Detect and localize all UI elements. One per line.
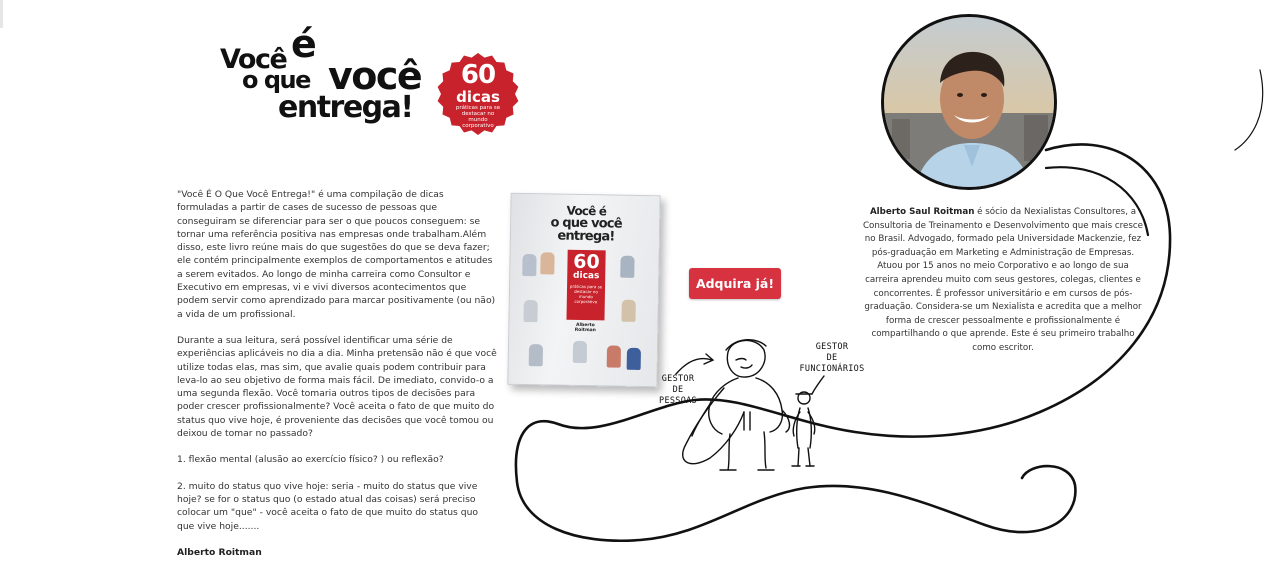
author-name: Alberto Saul Roitman xyxy=(869,207,975,217)
label-line: FUNCIONÁRIOS xyxy=(799,364,865,374)
label-line: GESTOR xyxy=(661,374,695,384)
label-line: DE xyxy=(672,385,684,395)
author-portrait-image xyxy=(884,17,1054,187)
employee-manager-figure xyxy=(791,391,816,467)
decorative-swirl-line xyxy=(1234,69,1264,151)
label-line: GESTOR xyxy=(815,342,849,352)
author-bio-text: é sócio da Nexialistas Consultores, a Co… xyxy=(862,207,1144,353)
pointer-arrow xyxy=(675,353,715,375)
label-line: PESSOAS xyxy=(659,396,697,406)
employee-manager-label: GESTOR DE FUNCIONÁRIOS xyxy=(796,342,868,375)
label-line: DE xyxy=(826,353,838,363)
pointer-arrow xyxy=(811,375,825,395)
buy-now-button[interactable]: Adquira já! xyxy=(689,268,781,299)
people-manager-label: GESTOR DE PESSOAS xyxy=(650,374,706,407)
author-photo xyxy=(881,14,1057,190)
author-bio: Alberto Saul Roitman é sócio da Nexialis… xyxy=(862,206,1144,356)
